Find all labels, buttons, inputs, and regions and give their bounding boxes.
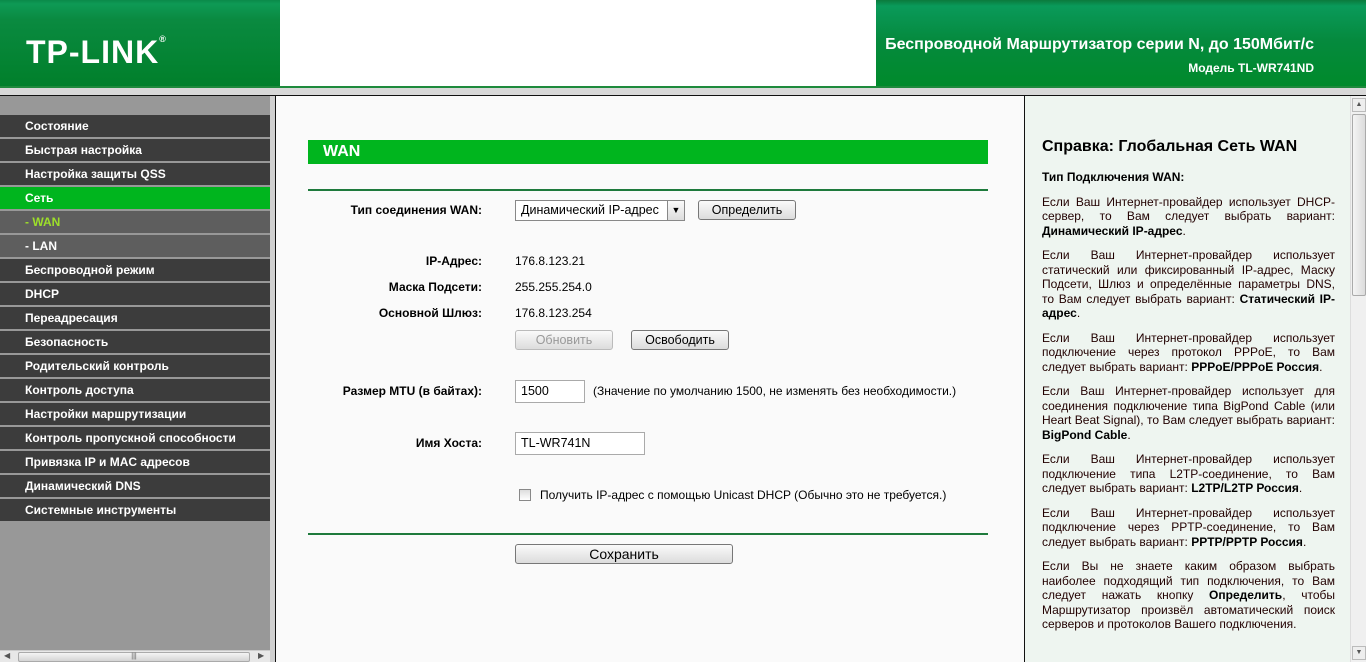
release-button[interactable]: Освободить bbox=[631, 330, 729, 350]
scroll-right-icon[interactable]: ▶ bbox=[258, 651, 264, 660]
sidebar-nav: Состояние Быстрая настройка Настройка за… bbox=[0, 115, 270, 523]
mtu-input[interactable]: 1500 bbox=[515, 380, 585, 403]
ip-value: 176.8.123.21 bbox=[515, 254, 586, 268]
help-option: Динамический IP-адрес bbox=[1042, 223, 1183, 238]
sidebar-item-status[interactable]: Состояние bbox=[0, 115, 270, 137]
logo-mark: ® bbox=[159, 34, 167, 44]
sidebar-item-quick-setup[interactable]: Быстрая настройка bbox=[0, 139, 270, 161]
sidebar-item-parental-control[interactable]: Родительский контроль bbox=[0, 355, 270, 377]
help-title: Справка: Глобальная Сеть WAN bbox=[1042, 138, 1298, 155]
unicast-dhcp-label: Получить IP-адрес с помощью Unicast DHCP… bbox=[540, 488, 947, 502]
unicast-dhcp-checkbox[interactable] bbox=[519, 489, 531, 501]
help-text: Если Ваш Интернет-провайдер использует D… bbox=[1042, 194, 1335, 224]
wan-type-label: Тип соединения WAN: bbox=[350, 203, 482, 217]
help-vertical-scrollbar[interactable]: ▲ ▼ bbox=[1350, 96, 1366, 662]
help-text: . bbox=[1182, 223, 1186, 238]
wan-type-value: Динамический IP-адрес bbox=[521, 203, 659, 217]
section-title: WAN bbox=[308, 140, 988, 164]
sidebar-item-wan[interactable]: - WAN bbox=[0, 211, 270, 233]
tp-link-logo: TP-LINK® bbox=[26, 34, 167, 71]
sidebar-item-wireless[interactable]: Беспроводной режим bbox=[0, 259, 270, 281]
sidebar-item-forwarding[interactable]: Переадресация bbox=[0, 307, 270, 329]
product-title: Беспроводной Маршрутизатор серии N, до 1… bbox=[885, 36, 1314, 53]
sidebar-item-access-control[interactable]: Контроль доступа bbox=[0, 379, 270, 401]
help-paragraph: Если Ваш Интернет-провайдер использует п… bbox=[1042, 331, 1335, 375]
model-name: Модель TL-WR741ND bbox=[1188, 61, 1314, 75]
hostname-input[interactable]: TL-WR741N bbox=[515, 432, 645, 455]
scroll-up-icon[interactable]: ▲ bbox=[1352, 98, 1366, 112]
help-body: Тип Подключения WAN: Если Ваш Интернет-п… bbox=[1042, 170, 1335, 642]
mask-value: 255.255.254.0 bbox=[515, 280, 592, 294]
mtu-hint: (Значение по умолчанию 1500, не изменять… bbox=[593, 384, 957, 398]
divider-top bbox=[308, 189, 988, 191]
help-panel: Справка: Глобальная Сеть WAN Тип Подключ… bbox=[1024, 96, 1350, 662]
sidebar-item-qss[interactable]: Настройка защиты QSS bbox=[0, 163, 270, 185]
main-content: WAN Тип соединения WAN: Динамический IP-… bbox=[276, 96, 1022, 662]
sidebar-item-lan[interactable]: - LAN bbox=[0, 235, 270, 257]
sidebar-item-routing[interactable]: Настройки маршрутизации bbox=[0, 403, 270, 425]
save-button[interactable]: Сохранить bbox=[515, 544, 733, 564]
help-option: BigPond Cable bbox=[1042, 427, 1128, 442]
help-text: . bbox=[1127, 427, 1131, 442]
sidebar-item-ddns[interactable]: Динамический DNS bbox=[0, 475, 270, 497]
help-option: PPPoE/PPPoE Россия bbox=[1191, 359, 1320, 374]
header-separator bbox=[0, 86, 1366, 96]
scroll-down-icon[interactable]: ▼ bbox=[1352, 646, 1366, 660]
help-text: Если Ваш Интернет-провайдер использует д… bbox=[1042, 384, 1335, 427]
sidebar-item-dhcp[interactable]: DHCP bbox=[0, 283, 270, 305]
help-paragraph: Если Ваш Интернет-провайдер использует п… bbox=[1042, 506, 1335, 550]
help-paragraph: Если Ваш Интернет-провайдер использует д… bbox=[1042, 384, 1335, 442]
sidebar-horizontal-scrollbar[interactable]: ◀ ||| ▶ bbox=[0, 650, 270, 662]
help-paragraph: Если Ваш Интернет-провайдер использует п… bbox=[1042, 452, 1335, 496]
renew-button[interactable]: Обновить bbox=[515, 330, 613, 350]
wan-type-select[interactable]: Динамический IP-адрес ▼ bbox=[515, 200, 685, 221]
scrollbar-thumb[interactable] bbox=[1352, 114, 1366, 296]
ip-label: IP-Адрес: bbox=[425, 254, 482, 268]
sidebar-item-ip-mac-binding[interactable]: Привязка IP и MAC адресов bbox=[0, 451, 270, 473]
header-blank bbox=[280, 0, 876, 86]
detect-button[interactable]: Определить bbox=[698, 200, 796, 220]
sidebar-item-system-tools[interactable]: Системные инструменты bbox=[0, 499, 270, 521]
help-text: . bbox=[1076, 306, 1081, 320]
help-subtitle: Тип Подключения WAN: bbox=[1042, 170, 1185, 184]
gateway-label: Основной Шлюз: bbox=[378, 306, 482, 320]
help-option: L2TP/L2TP Россия bbox=[1191, 481, 1299, 495]
help-text: . bbox=[1319, 359, 1323, 374]
hostname-label: Имя Хоста: bbox=[415, 436, 482, 450]
sidebar-item-security[interactable]: Безопасность bbox=[0, 331, 270, 353]
divider-bottom bbox=[308, 533, 988, 535]
help-paragraph: Если Вы не знаете каким образом выбрать … bbox=[1042, 559, 1335, 632]
help-paragraph: Если Ваш Интернет-провайдер использует с… bbox=[1042, 248, 1335, 321]
help-text: . bbox=[1298, 481, 1303, 495]
help-option: PPTP/PPTP Россия bbox=[1191, 534, 1303, 549]
sidebar-item-network[interactable]: Сеть bbox=[0, 187, 270, 209]
logo-text: TP-LINK bbox=[26, 34, 160, 70]
help-option: Определить bbox=[1209, 588, 1283, 602]
mtu-label: Размер MTU (в байтах): bbox=[342, 384, 482, 398]
header-banner: Беспроводной Маршрутизатор серии N, до 1… bbox=[876, 0, 1366, 88]
scrollbar-thumb[interactable]: ||| bbox=[18, 652, 250, 662]
mask-label: Маска Подсети: bbox=[388, 280, 482, 294]
sidebar-item-bandwidth-control[interactable]: Контроль пропускной способности bbox=[0, 427, 270, 449]
sidebar: Состояние Быстрая настройка Настройка за… bbox=[0, 96, 270, 650]
help-text: . bbox=[1302, 534, 1307, 549]
chevron-down-icon[interactable]: ▼ bbox=[667, 201, 684, 220]
gateway-value: 176.8.123.254 bbox=[515, 306, 592, 320]
scroll-left-icon[interactable]: ◀ bbox=[4, 651, 10, 660]
header-logo-area: TP-LINK® bbox=[0, 0, 280, 88]
help-paragraph: Если Ваш Интернет-провайдер использует D… bbox=[1042, 195, 1335, 239]
